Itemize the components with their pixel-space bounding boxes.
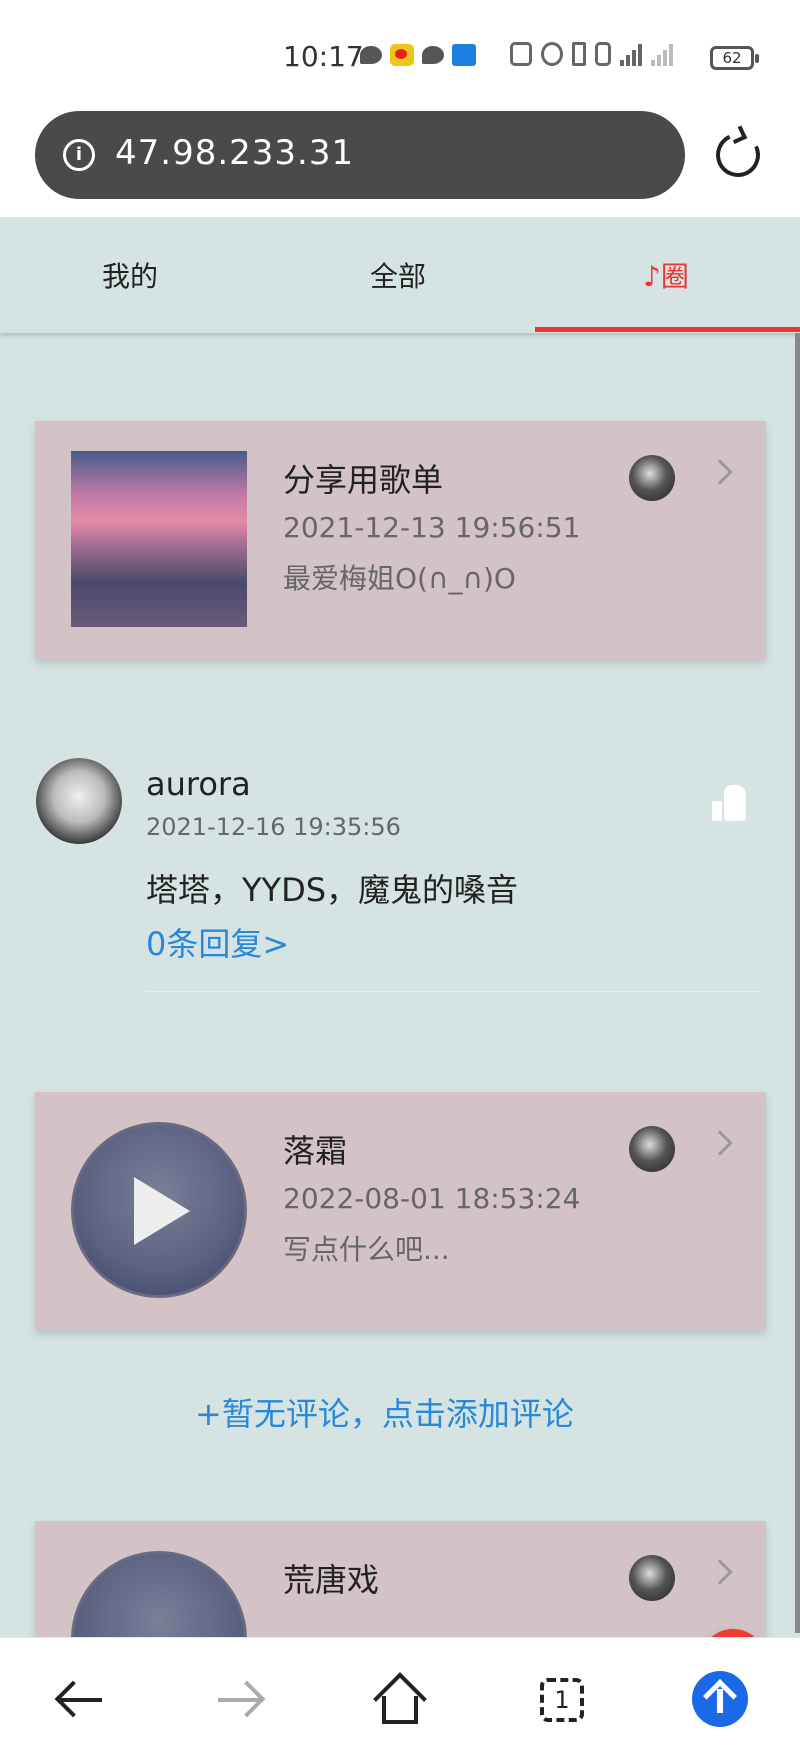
avatar[interactable] (629, 1555, 675, 1601)
tab-music-circle[interactable]: ♪圈 (643, 255, 689, 295)
post-card[interactable]: 荒唐戏 (35, 1521, 766, 1637)
thumbs-up-icon[interactable] (712, 785, 748, 821)
bluetooth-icon (572, 42, 586, 66)
avatar[interactable] (629, 1126, 675, 1172)
notification-icons (360, 44, 476, 66)
signal-5g-icon (620, 42, 642, 66)
comment-avatar[interactable] (36, 758, 122, 844)
comment-username[interactable]: aurora (146, 765, 251, 803)
signal-icon (651, 42, 673, 66)
scrollbar[interactable] (795, 333, 800, 1633)
avatar[interactable] (629, 455, 675, 501)
arrow-stem (717, 1689, 723, 1713)
tab-all[interactable]: 全部 (370, 255, 426, 295)
system-icons (510, 42, 673, 66)
forward-button[interactable] (214, 1674, 266, 1726)
card-title: 落霜 (283, 1132, 348, 1170)
chevron-right-icon[interactable] (707, 459, 733, 485)
vibrate-icon (595, 42, 611, 66)
upload-button[interactable] (692, 1671, 748, 1727)
add-comment-link[interactable]: +暂无评论，点击添加评论 (195, 1389, 574, 1435)
alarm-icon (541, 42, 563, 66)
nfc-icon (510, 42, 532, 66)
message-icon (360, 46, 382, 64)
url-text[interactable]: 47.98.233.31 (115, 133, 354, 173)
address-bar[interactable]: i 47.98.233.31 (35, 111, 685, 199)
replies-link[interactable]: 0条回复> (146, 919, 289, 965)
thumb-base (712, 801, 722, 821)
chat-icon (422, 46, 444, 64)
card-description: 最爱梅姐O(∩_∩)O (283, 562, 516, 595)
back-button[interactable] (54, 1674, 106, 1726)
card-title: 荒唐戏 (283, 1561, 380, 1599)
arrow-left-line (58, 1698, 102, 1702)
battery-icon: 62 (710, 46, 759, 70)
weibo-icon (390, 44, 414, 66)
reload-icon[interactable] (709, 126, 767, 184)
browser-bottom-nav: 1 (0, 1637, 800, 1760)
comment-time: 2021-12-16 19:35:56 (146, 813, 401, 841)
info-icon[interactable]: i (63, 139, 95, 171)
play-icon[interactable] (134, 1177, 190, 1245)
status-time: 10:17 (283, 40, 364, 73)
post-card[interactable]: 落霜 2022-08-01 18:53:24 写点什么吧... (35, 1092, 766, 1330)
thumb-body (724, 785, 746, 821)
post-card[interactable]: 分享用歌单 2021-12-13 19:56:51 最爱梅姐O(∩_∩)O (35, 421, 766, 659)
chevron-right-icon[interactable] (707, 1559, 733, 1585)
playlist-cover-image[interactable] (71, 451, 247, 627)
tab-count: 1 (540, 1678, 584, 1722)
comment-text: 塔塔，YYDS，魔鬼的嗓音 (146, 871, 519, 909)
home-body (382, 1696, 418, 1724)
app-notification-icon (452, 44, 476, 66)
card-description: 写点什么吧... (283, 1233, 450, 1266)
tabs-button[interactable]: 1 (536, 1674, 588, 1726)
status-bar: 10:17 62 (0, 0, 800, 110)
divider (146, 991, 762, 992)
tab-bar: 我的 全部 ♪圈 (0, 217, 800, 333)
song-cover-image[interactable] (71, 1122, 247, 1298)
tab-mine[interactable]: 我的 (102, 255, 158, 295)
song-cover-image[interactable] (71, 1551, 247, 1637)
active-tab-indicator (535, 327, 800, 332)
arrow-right-line (218, 1698, 262, 1702)
card-title: 分享用歌单 (283, 461, 444, 499)
card-date: 2022-08-01 18:53:24 (283, 1182, 581, 1215)
home-button[interactable] (373, 1672, 427, 1726)
page-content: 我的 全部 ♪圈 分享用歌单 2021-12-13 19:56:51 最爱梅姐O… (0, 217, 800, 1637)
card-date: 2021-12-13 19:56:51 (283, 511, 581, 544)
chevron-right-icon[interactable] (707, 1130, 733, 1156)
